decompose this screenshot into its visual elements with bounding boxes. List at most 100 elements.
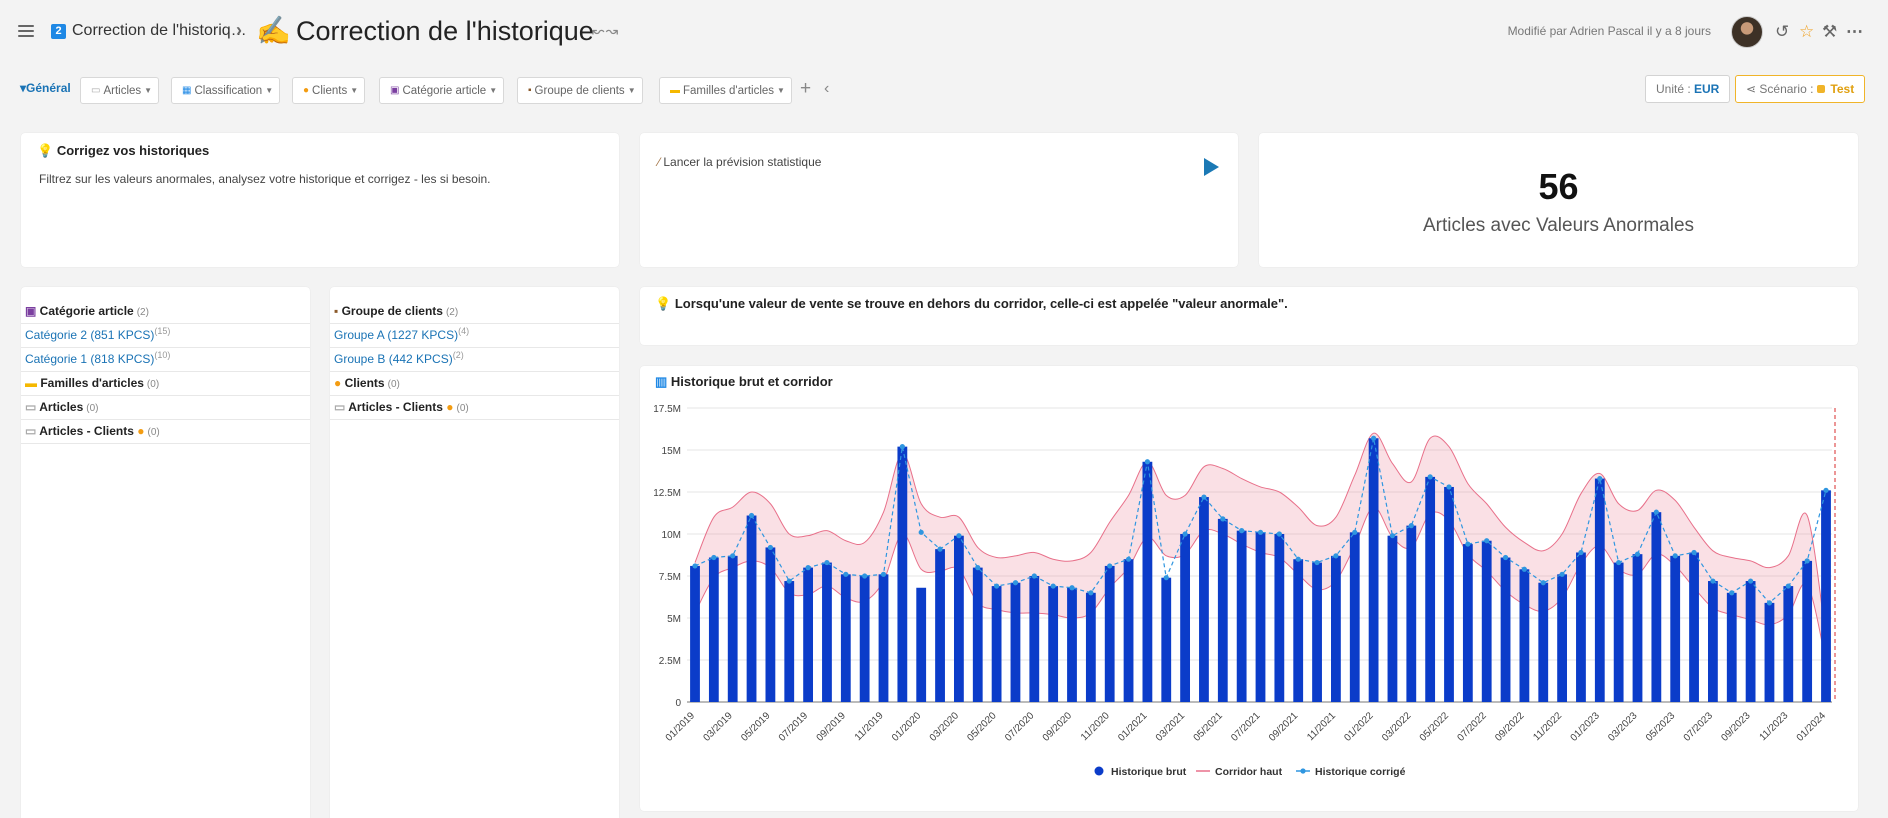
tree-item-groupe-a[interactable]: Groupe A (1227 KPCS)(4) bbox=[330, 324, 619, 348]
article-icon: ▭ bbox=[25, 400, 40, 414]
bar bbox=[840, 574, 851, 702]
filter-chip-familles-articles[interactable]: ▬ Familles d'articles ▼ bbox=[659, 77, 792, 104]
x-tick-label: 01/2024 bbox=[1795, 710, 1829, 744]
tree-header-familles-articles[interactable]: ▬ Familles d'articles (0) bbox=[21, 372, 310, 396]
x-tick-label: 01/2023 bbox=[1569, 710, 1603, 744]
bar bbox=[991, 586, 1002, 702]
tree-header-groupe-clients[interactable]: ▪ Groupe de clients (2) bbox=[330, 300, 619, 324]
x-tick-label: 03/2019 bbox=[701, 710, 735, 744]
data-point bbox=[956, 533, 962, 539]
filter-chip-groupe-clients[interactable]: ▪ Groupe de clients ▼ bbox=[517, 77, 643, 104]
bar bbox=[803, 567, 814, 702]
x-tick-label: 05/2022 bbox=[1418, 710, 1452, 744]
filter-general[interactable]: ▾Général bbox=[20, 81, 71, 95]
tree-header-articles[interactable]: ▭ Articles (0) bbox=[21, 396, 310, 420]
chart-card: ▥ Historique brut et corridor 0 2.5M 5M 7.5… bbox=[640, 366, 1858, 811]
data-point bbox=[1729, 590, 1735, 596]
caret-down-icon: ▼ bbox=[350, 86, 359, 95]
folder-icon: ▬ bbox=[670, 85, 680, 96]
avatar[interactable] bbox=[1731, 16, 1763, 48]
bar bbox=[784, 581, 795, 702]
data-point bbox=[1239, 528, 1245, 534]
data-point bbox=[1502, 554, 1509, 561]
data-point bbox=[918, 529, 924, 535]
y-tick-label: 7.5M bbox=[659, 572, 681, 583]
legend-label: Corridor haut bbox=[1215, 766, 1283, 778]
tree-header-clients[interactable]: ● Clients (0) bbox=[330, 372, 619, 396]
unit-selector[interactable]: Unité : EUR bbox=[1645, 75, 1731, 103]
bar bbox=[935, 549, 945, 702]
data-point bbox=[1446, 484, 1452, 490]
tree-item-categorie-2[interactable]: Catégorie 2 (851 KPCS)(15) bbox=[21, 324, 310, 348]
bar bbox=[916, 587, 927, 702]
history-chart[interactable]: 0 2.5M 5M 7.5M 10M 12.5M 15M 17.5M 01/2019 03/201… bbox=[640, 366, 1858, 811]
data-point bbox=[1634, 551, 1641, 557]
x-tick-label: 11/2019 bbox=[853, 710, 886, 743]
bar bbox=[1670, 555, 1681, 702]
data-point bbox=[1220, 516, 1226, 522]
legend-label: Historique corrigé bbox=[1315, 766, 1406, 778]
bar bbox=[953, 535, 964, 702]
filter-chip-classification[interactable]: ▦ Classification ▼ bbox=[171, 77, 281, 104]
breadcrumb[interactable]: Correction de l'historiq… bbox=[72, 22, 247, 40]
bar bbox=[1010, 582, 1021, 702]
play-button[interactable] bbox=[1204, 158, 1219, 176]
x-tick-label: 01/2022 bbox=[1342, 710, 1376, 744]
tools-icon[interactable]: ⚒ bbox=[1822, 22, 1837, 42]
star-icon[interactable]: ☆ bbox=[1799, 22, 1814, 42]
caret-down-icon: ▼ bbox=[489, 86, 498, 95]
bar bbox=[1613, 562, 1624, 702]
data-point bbox=[1333, 553, 1339, 559]
data-point bbox=[1691, 549, 1697, 556]
x-tick-label: 07/2021 bbox=[1229, 710, 1263, 744]
data-point bbox=[824, 559, 830, 566]
filter-chip-categorie-article[interactable]: ▣ Catégorie article ▼ bbox=[379, 77, 505, 104]
more-icon[interactable]: ⋯ bbox=[1846, 22, 1863, 42]
bar bbox=[878, 574, 889, 702]
lightbulb-icon: 💡 bbox=[655, 296, 672, 311]
x-tick-label: 03/2023 bbox=[1606, 710, 1640, 744]
x-tick-label: 11/2023 bbox=[1758, 710, 1791, 743]
bar bbox=[1161, 577, 1172, 702]
data-point bbox=[1672, 553, 1678, 559]
y-tick-label: 10M bbox=[662, 530, 681, 541]
scenario-share-icon: ⋖ bbox=[1746, 82, 1760, 96]
data-point bbox=[767, 544, 773, 551]
add-filter-icon[interactable]: + bbox=[800, 78, 811, 100]
tree-header-articles-clients[interactable]: ▭ Articles - Clients ● (0) bbox=[21, 420, 310, 444]
bar bbox=[859, 576, 870, 702]
data-point bbox=[1804, 558, 1810, 564]
navigate-arrows-icon[interactable]: ↜↝ bbox=[592, 22, 619, 40]
y-tick-label: 12.5M bbox=[653, 488, 681, 499]
bar bbox=[727, 555, 738, 702]
client-group-tree-panel: ▪ Groupe de clients (2) Groupe A (1227 KP… bbox=[330, 287, 619, 818]
bar bbox=[690, 565, 700, 702]
x-tick-label: 09/2023 bbox=[1719, 710, 1753, 744]
history-icon[interactable]: ↺ bbox=[1775, 22, 1789, 42]
page-title[interactable]: Correction de l'historique bbox=[296, 16, 594, 47]
bar bbox=[1180, 534, 1191, 702]
filter-chip-articles[interactable]: ▭ Articles ▼ bbox=[80, 77, 160, 104]
data-point bbox=[1389, 533, 1396, 539]
caret-down-icon: ▼ bbox=[144, 86, 153, 95]
tree-header-categorie-article[interactable]: ▣ Catégorie article (2) bbox=[21, 300, 310, 324]
tree-item-groupe-b[interactable]: Groupe B (442 KPCS)(2) bbox=[330, 348, 619, 372]
bar bbox=[1349, 532, 1360, 702]
data-point bbox=[1257, 529, 1264, 535]
scenario-selector[interactable]: ⋖ Scénario : Test bbox=[1735, 75, 1866, 103]
bar bbox=[1048, 586, 1059, 702]
menu-icon[interactable] bbox=[18, 25, 34, 37]
data-point bbox=[1069, 585, 1075, 591]
x-tick-label: 09/2020 bbox=[1041, 710, 1075, 744]
bar bbox=[1236, 530, 1247, 702]
filter-chip-clients[interactable]: ● Clients ▼ bbox=[292, 77, 366, 104]
data-point bbox=[1371, 435, 1377, 441]
tree-header-articles-clients[interactable]: ▭ Articles - Clients ● (0) bbox=[330, 396, 619, 420]
bar bbox=[1123, 559, 1134, 702]
bar bbox=[1538, 582, 1549, 702]
clients-icon: ● bbox=[137, 424, 145, 438]
data-point bbox=[692, 563, 698, 569]
tree-item-categorie-1[interactable]: Catégorie 1 (818 KPCS)(10) bbox=[21, 348, 310, 372]
collapse-filters-icon[interactable]: ‹ bbox=[824, 80, 829, 98]
kpi-label: Articles avec Valeurs Anormales bbox=[1422, 215, 1695, 236]
